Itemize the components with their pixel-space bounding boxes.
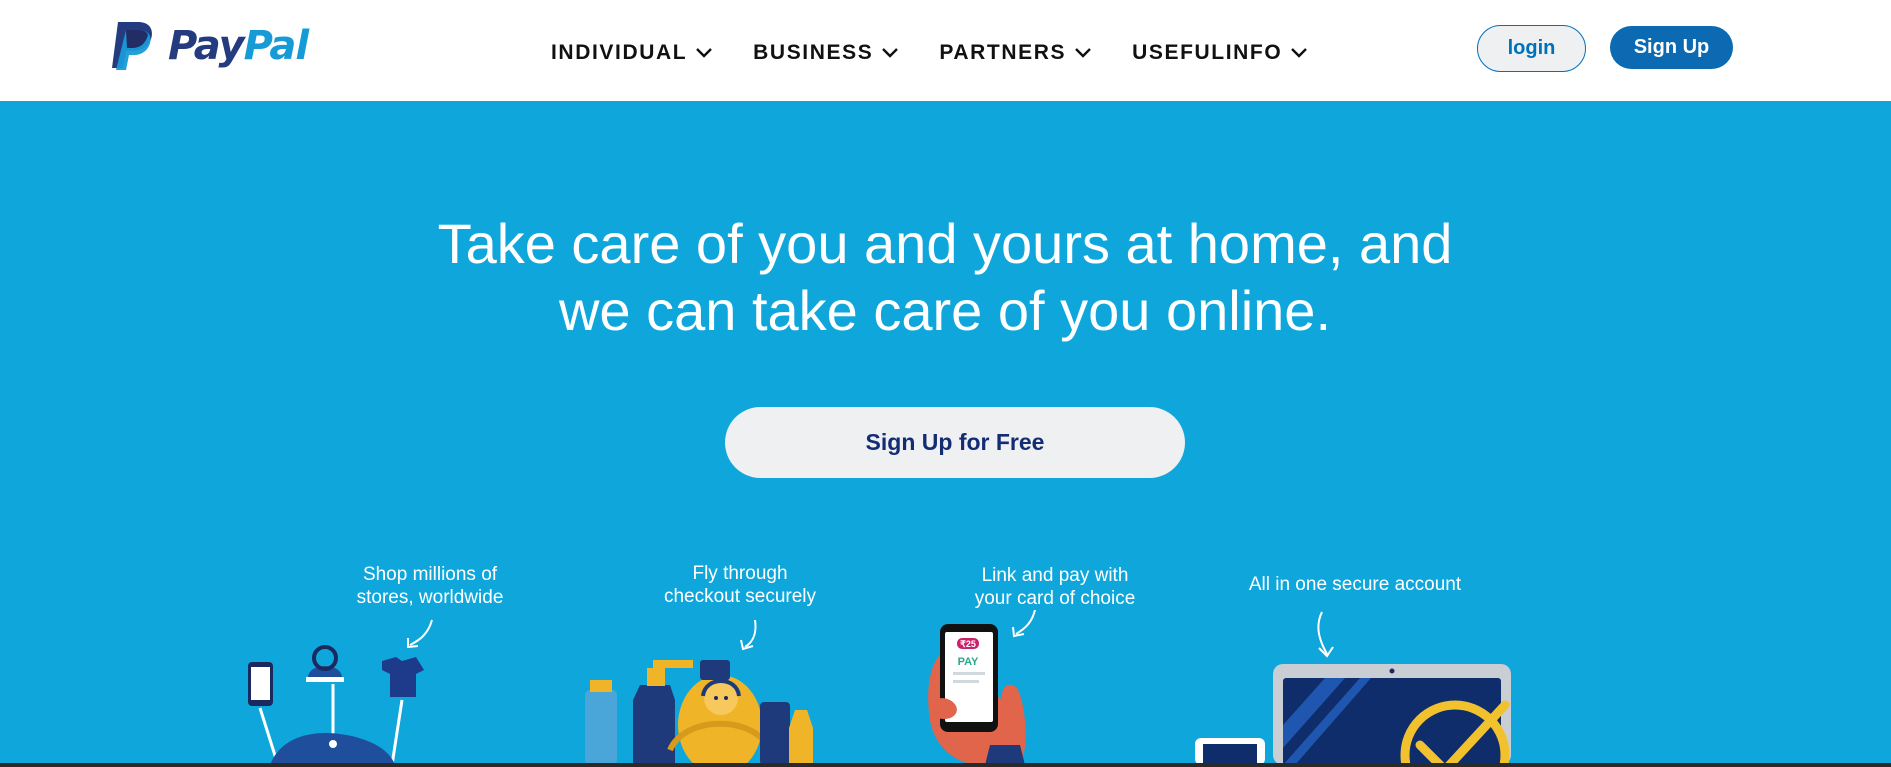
feature-shop-line1: Shop millions of	[362, 564, 498, 585]
brand-pay: Pay	[168, 23, 245, 69]
feature-card-line2: your card of choice	[974, 588, 1136, 609]
nav-usefulinfo[interactable]: USEFULINFO	[1132, 41, 1308, 65]
chevron-down-icon	[696, 48, 713, 58]
feature-account-line1: All in one secure account	[1248, 574, 1462, 595]
paypal-p-icon	[112, 22, 152, 70]
feature-checkout-line2: checkout securely	[663, 586, 817, 607]
phone-pay-illustration: ₹25 PAY	[928, 610, 1036, 765]
chevron-down-icon	[1075, 48, 1091, 58]
nav-individual[interactable]: INDIVIDUAL	[551, 41, 713, 65]
brand-pal: Pal	[243, 23, 309, 69]
feature-checkout-line1: Fly through	[692, 563, 788, 584]
nav-usefulinfo-label: USEFULINFO	[1132, 41, 1283, 64]
paypal-logo[interactable]: PayPal	[108, 18, 313, 72]
bottom-edge	[0, 763, 1891, 767]
paypal-wordmark: PayPal	[168, 23, 309, 69]
feature-shop-label: Shop millions of stores, worldwide	[330, 563, 530, 609]
hero-headline-line1: Take care of you and yours at home, and	[437, 212, 1453, 275]
top-navigation-bar: PayPal INDIVIDUAL BUSINESS PARTNERS USEF…	[0, 0, 1891, 101]
chevron-down-icon	[882, 48, 899, 58]
nav-business-label: BUSINESS	[753, 41, 874, 64]
nav-individual-label: INDIVIDUAL	[551, 41, 688, 64]
feature-card-line1: Link and pay with	[981, 565, 1129, 586]
sign-up-button[interactable]: Sign Up	[1610, 26, 1733, 69]
feature-account-label: All in one secure account	[1215, 573, 1495, 596]
nav-partners-label: PARTNERS	[939, 41, 1067, 64]
hero-headline-line2: we can take care of you online.	[558, 279, 1332, 342]
feature-card-label: Link and pay with your card of choice	[960, 564, 1150, 610]
secure-account-illustration	[1195, 611, 1511, 765]
chevron-down-icon	[1291, 48, 1308, 58]
feature-checkout-label: Fly through checkout securely	[640, 562, 840, 608]
checkout-illustration	[585, 619, 813, 765]
hero-headline: Take care of you and yours at home, and …	[345, 210, 1545, 344]
phone-pay-text: PAY	[958, 656, 979, 668]
feature-shop-line2: stores, worldwide	[356, 587, 504, 608]
nav-business[interactable]: BUSINESS	[753, 41, 899, 65]
login-button[interactable]: login	[1477, 25, 1586, 72]
nav-partners[interactable]: PARTNERS	[939, 41, 1092, 65]
phone-badge-text: ₹25	[960, 639, 976, 649]
shop-worldwide-illustration	[248, 619, 433, 765]
main-nav: INDIVIDUAL BUSINESS PARTNERS USEFULINFO	[551, 36, 1308, 70]
sign-up-for-free-button[interactable]: Sign Up for Free	[725, 407, 1185, 478]
